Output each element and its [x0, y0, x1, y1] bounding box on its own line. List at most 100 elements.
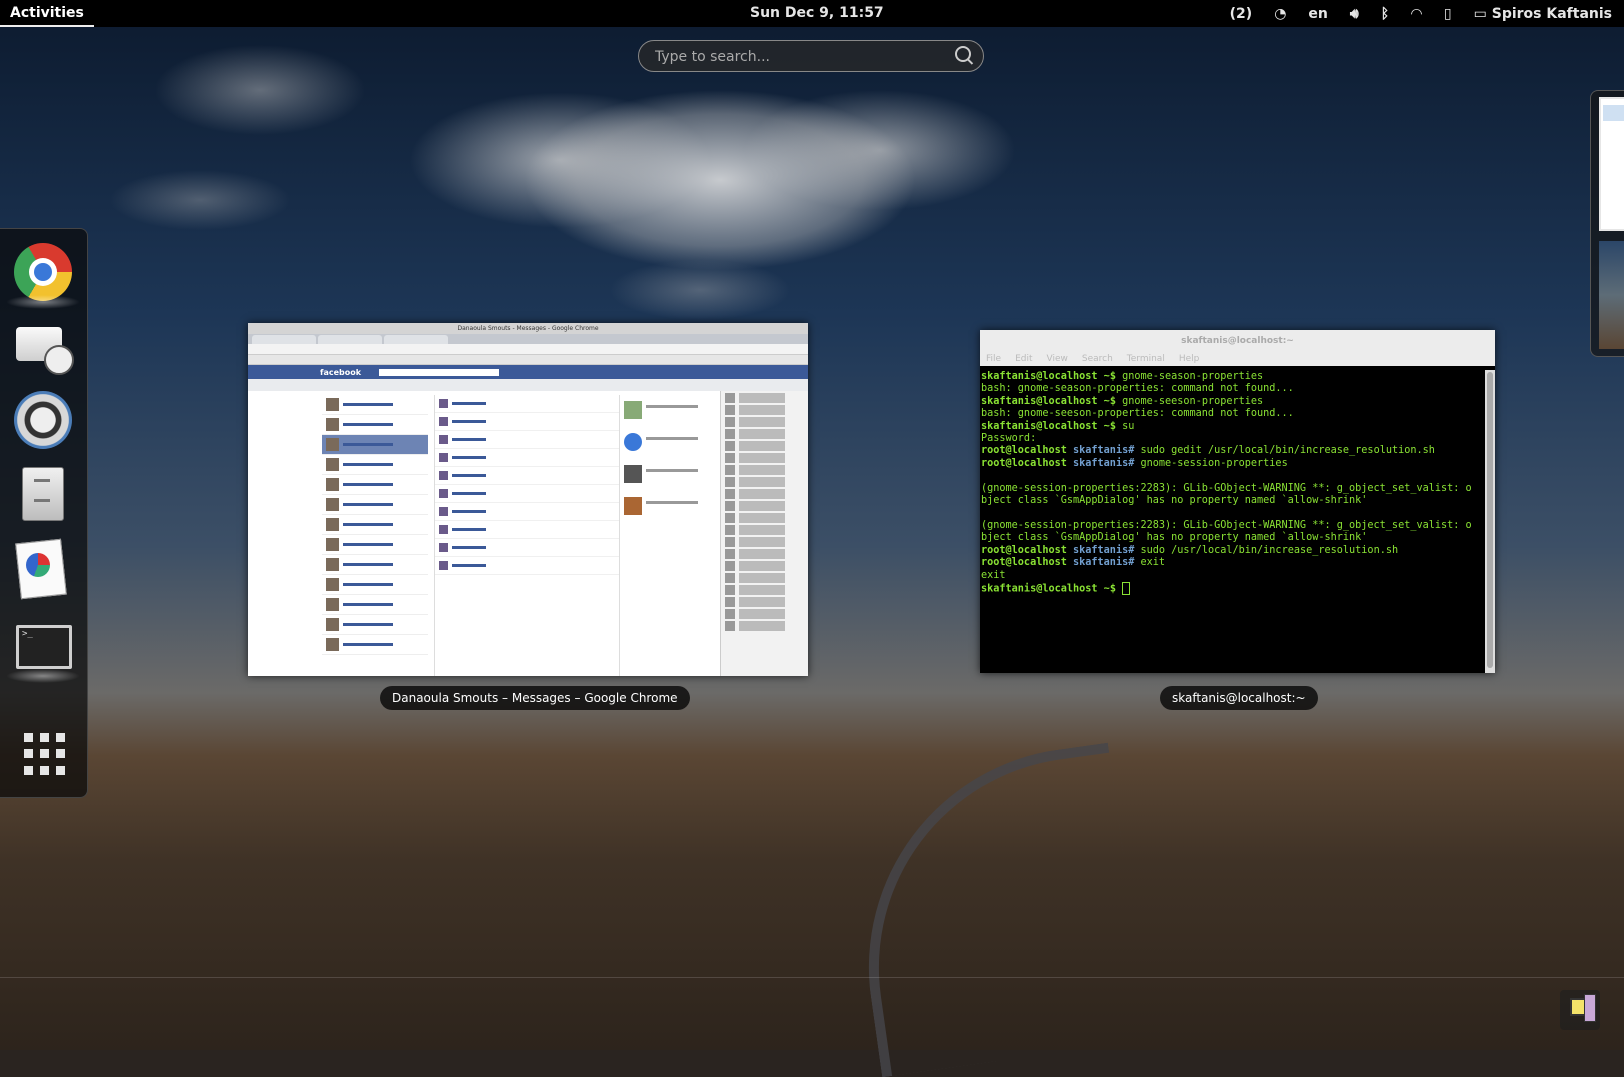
status-area: (2) ◔ en 🔊︎ ᛒ ◠ ▯ ▭ Spiros Kaftanis — [1230, 0, 1612, 27]
terminal-line: bject class `GsmAppDialog' has no proper… — [981, 495, 1485, 507]
facebook-chat-sidebar — [720, 391, 808, 676]
terminal-icon[interactable] — [14, 617, 72, 675]
overview-search — [638, 40, 984, 72]
command-text: gnome-seeson-properties — [1122, 395, 1264, 407]
list-item — [322, 515, 428, 535]
chrome-address-bar — [248, 344, 808, 355]
battery-icon[interactable]: ▯ — [1444, 6, 1452, 22]
root-prompt: root@localhost — [981, 457, 1067, 469]
chrome-bookmarks-bar — [248, 355, 808, 365]
prompt-symbol: # — [1128, 544, 1141, 556]
chrome-tab — [252, 335, 316, 344]
facebook-messages-page — [248, 391, 808, 676]
command-text: gnome-season-properties — [1122, 371, 1264, 382]
list-item — [435, 503, 619, 521]
running-indicator — [6, 295, 80, 309]
command-text: su — [1122, 420, 1135, 432]
menu-item-search: Search — [1081, 354, 1113, 364]
clock[interactable]: Sun Dec 9, 11:57 — [750, 0, 884, 27]
list-item — [435, 521, 619, 539]
terminal-line: skaftanis@localhost ~$ su — [981, 421, 1485, 433]
chrome-window-caption: Danaoula Smouts – Messages – Google Chro… — [380, 686, 690, 710]
accessibility-icon[interactable]: ◔ — [1274, 6, 1286, 22]
list-item — [322, 455, 428, 475]
list-item — [322, 635, 428, 655]
activities-button[interactable]: Activities — [0, 0, 94, 27]
chat-notification-icon[interactable] — [1560, 990, 1600, 1030]
keyboard-layout[interactable]: en — [1308, 6, 1327, 22]
chrome-window-thumbnail[interactable]: Danaoula Smouts - Messages - Google Chro… — [248, 323, 808, 676]
output-text: Password: — [981, 433, 1037, 445]
list-item — [435, 485, 619, 503]
prompt-dir: skaftanis — [1066, 544, 1129, 556]
file-cabinet-icon[interactable] — [14, 465, 72, 523]
output-text: exit — [981, 569, 1006, 581]
prompt-user: skaftanis@localhost — [981, 395, 1098, 407]
facebook-logo: facebook — [320, 367, 362, 377]
app-grid-icon[interactable] — [14, 725, 72, 783]
prompt-dir: skaftanis — [1066, 557, 1129, 569]
bluetooth-icon[interactable]: ᛒ — [1381, 6, 1389, 22]
conversation-list — [322, 395, 428, 676]
terminal-line: bash: gnome-season-properties: command n… — [981, 383, 1485, 395]
root-prompt: root@localhost — [981, 445, 1067, 457]
prompt-symbol: # — [1128, 557, 1141, 569]
chat-status-icon: ▭ — [1473, 5, 1487, 22]
list-item — [322, 575, 428, 595]
list-item — [322, 615, 428, 635]
terminal-cursor — [1122, 581, 1131, 595]
list-item — [322, 475, 428, 495]
terminal-menubar: File Edit View Search Terminal Help — [980, 352, 1495, 366]
output-text: (gnome-session-properties:2283): GLib-GO… — [981, 482, 1472, 494]
list-item — [322, 415, 428, 435]
workspace-switcher — [1590, 90, 1624, 357]
workspace-thumbnail-current[interactable] — [1599, 97, 1624, 231]
prompt-dir: ~$ — [1097, 371, 1123, 382]
terminal-line: (gnome-session-properties:2283): GLib-GO… — [981, 520, 1485, 532]
list-item — [322, 395, 428, 415]
terminal-line: root@localhost skaftanis# gnome-session-… — [981, 458, 1485, 470]
wifi-icon[interactable]: ◠ — [1411, 6, 1422, 22]
user-name: Spiros Kaftanis — [1491, 5, 1612, 22]
output-text: bash: gnome-season-properties: command n… — [981, 383, 1294, 395]
output-text: bject class `GsmAppDialog' has no proper… — [981, 495, 1368, 507]
workspace-thumbnail-empty[interactable] — [1599, 241, 1624, 349]
list-item — [322, 495, 428, 515]
terminal-line: bject class `GsmAppDialog' has no proper… — [981, 532, 1485, 544]
command-text: gnome-session-properties — [1140, 457, 1288, 469]
chrome-tab — [384, 335, 448, 344]
search-input[interactable] — [653, 45, 947, 69]
list-item — [322, 435, 428, 455]
terminal-line: skaftanis@localhost ~$ gnome-seeson-prop… — [981, 396, 1485, 408]
list-item — [322, 595, 428, 615]
root-prompt: root@localhost — [981, 557, 1067, 569]
terminal-window-title: skaftanis@localhost:~ — [980, 330, 1495, 352]
prompt-dir: ~$ — [1097, 420, 1123, 432]
chrome-icon[interactable] — [14, 243, 72, 301]
top-bar: Activities Sun Dec 9, 11:57 (2) ◔ en 🔊︎ … — [0, 0, 1624, 27]
terminal-window-thumbnail[interactable]: skaftanis@localhost:~ File Edit View Sea… — [980, 330, 1495, 673]
list-item — [435, 539, 619, 557]
message-tray-edge — [0, 977, 1624, 978]
terminal-line: Password: — [981, 433, 1485, 445]
menu-item-help: Help — [1178, 354, 1200, 364]
list-item — [435, 557, 619, 575]
prompt-dir: skaftanis — [1066, 445, 1129, 457]
terminal-line: root@localhost skaftanis# sudo /usr/loca… — [981, 545, 1485, 557]
volume-icon[interactable]: 🔊︎ — [1350, 6, 1359, 22]
notification-count[interactable]: (2) — [1230, 6, 1253, 22]
prompt-user: skaftanis@localhost — [981, 371, 1098, 382]
terminal-window-caption: skaftanis@localhost:~ — [1160, 686, 1318, 710]
terminal-line: root@localhost skaftanis# sudo gedit /us… — [981, 445, 1485, 457]
menu-item-edit: Edit — [1015, 354, 1033, 364]
terminal-line: skaftanis@localhost ~$ — [981, 581, 1485, 596]
chrome-tab — [318, 335, 382, 344]
documents-icon[interactable] — [14, 539, 72, 597]
running-indicator — [6, 669, 80, 683]
mail-clock-icon[interactable] — [14, 317, 74, 375]
chrome-window-title: Danaoula Smouts - Messages - Google Chro… — [248, 323, 808, 334]
speaker-icon[interactable] — [14, 391, 72, 449]
user-menu[interactable]: ▭ Spiros Kaftanis — [1474, 6, 1612, 22]
facebook-sidebar-ads — [624, 401, 714, 671]
